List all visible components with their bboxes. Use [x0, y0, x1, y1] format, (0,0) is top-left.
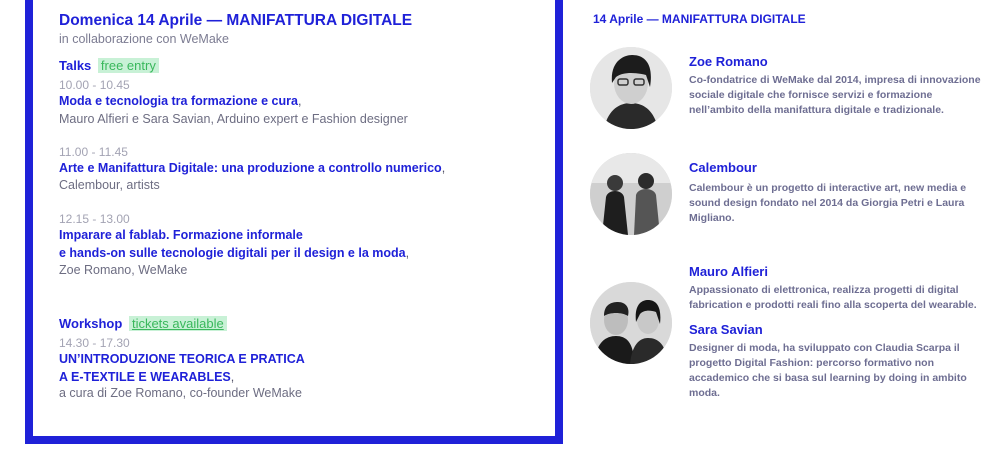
talk-3-speakers: Zoe Romano, WeMake [59, 263, 188, 277]
person-bio-zoe-romano: Co-fondatrice di WeMake dal 2014, impres… [689, 74, 981, 116]
talk-1-title: Moda e tecnologia tra formazione e cura, [59, 92, 301, 110]
workshop-title-line-1: UN’INTRODUZIONE TEORICA E PRATICA [59, 352, 305, 366]
talk-1-title-line-1: Moda e tecnologia tra formazione e cura [59, 94, 298, 108]
talks-label: Talks [59, 58, 92, 73]
talk-3-title-line-2: e hands-on sulle tecnologie digitali per… [59, 246, 406, 260]
person-name-zoe-romano: Zoe Romano [689, 54, 768, 69]
portrait-photo-icon [590, 282, 672, 364]
person-bio-mauro-alfieri: Appassionato di elettronica, realizza pr… [689, 284, 977, 311]
person-bio-sara-savian: Designer di moda, ha sviluppato con Clau… [689, 342, 967, 399]
workshop-speakers: a cura di Zoe Romano, co-founder WeMake [59, 386, 302, 400]
tickets-available-link[interactable]: tickets available [128, 316, 227, 331]
program-subtitle: in collaborazione con WeMake [59, 32, 230, 46]
talk-1-speakers: Mauro Alfieri e Sara Savian, Arduino exp… [59, 112, 408, 126]
program-box: Domenica 14 Aprile — MANIFATTURA DIGITAL… [25, 0, 563, 444]
talk-2-speakers: Calembour, artists [59, 178, 160, 192]
talk-3-time: 12.15 - 13.00 [59, 212, 130, 226]
person-name-calembour: Calembour [689, 160, 757, 175]
program-title: Domenica 14 Aprile — MANIFATTURA DIGITAL… [59, 12, 413, 29]
mauro-sara-avatar [590, 282, 672, 364]
talk-1-time: 10.00 - 10.45 [59, 78, 130, 92]
zoe-romano-avatar [590, 47, 672, 129]
talk-2-time: 11.00 - 11.45 [59, 145, 128, 159]
workshop-title: UN’INTRODUZIONE TEORICA E PRATICA A E-TE… [59, 350, 305, 386]
free-entry-badge: free entry [97, 58, 159, 73]
portrait-photo-icon [590, 47, 672, 129]
calembour-avatar [590, 153, 672, 235]
person-name-sara-savian: Sara Savian [689, 322, 763, 337]
workshop-title-line-2: A E-TEXTILE E WEARABLES [59, 370, 231, 384]
person-name-mauro-alfieri: Mauro Alfieri [689, 264, 768, 279]
talk-2-title: Arte e Manifattura Digitale: una produzi… [59, 159, 445, 177]
person-bio-calembour: Calembour è un progetto di interactive a… [689, 182, 967, 224]
talks-section-label: Talks free entry [59, 58, 159, 73]
comma: , [441, 161, 446, 175]
comma: , [405, 246, 410, 260]
talk-3-title-line-1: Imparare al fablab. Formazione informale [59, 228, 303, 242]
talk-3-title: Imparare al fablab. Formazione informale… [59, 226, 409, 262]
workshop-section-label: Workshop tickets available [59, 316, 227, 331]
comma: , [297, 94, 302, 108]
portrait-photo-icon [590, 153, 672, 235]
workshop-time: 14.30 - 17.30 [59, 336, 130, 350]
talk-2-title-line-1: Arte e Manifattura Digitale: una produzi… [59, 161, 442, 175]
comma: , [230, 370, 235, 384]
workshop-label: Workshop [59, 316, 123, 331]
speakers-heading: 14 Aprile — MANIFATTURA DIGITALE [593, 12, 806, 26]
